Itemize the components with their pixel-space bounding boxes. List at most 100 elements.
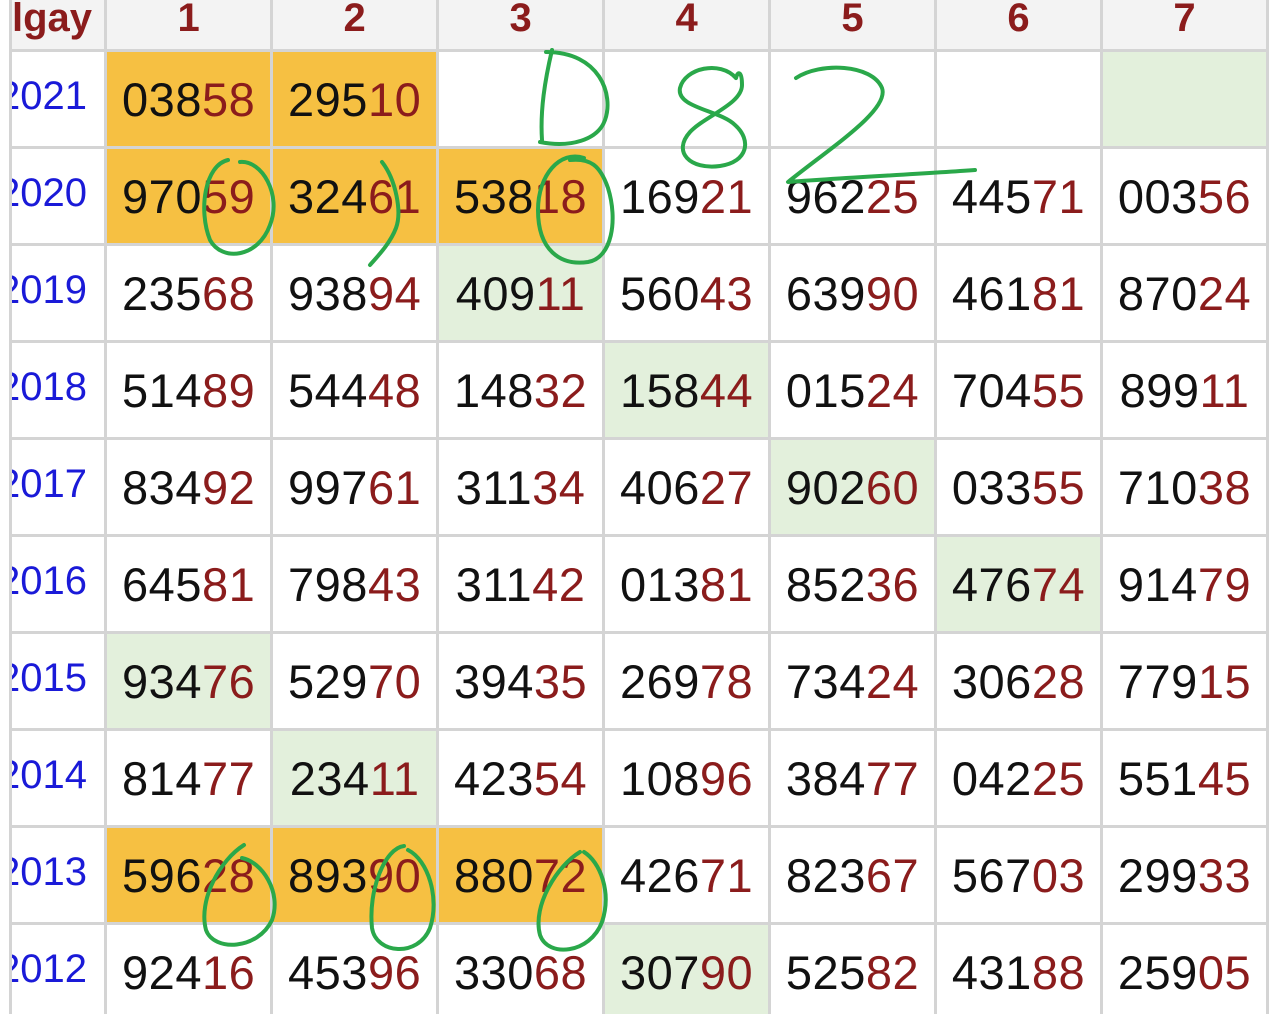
table-row: 2012 92416 45396 33068 30790 52582 43188 25905 bbox=[8, 922, 1269, 1014]
result-number: 31134 bbox=[456, 460, 586, 515]
number-tail-digits: 58 bbox=[201, 72, 256, 126]
result-cell: 89911 bbox=[1099, 340, 1269, 440]
number-head-digits: 042 bbox=[951, 751, 1032, 805]
number-head-digits: 307 bbox=[619, 945, 700, 999]
result-number: 56043 bbox=[620, 266, 753, 321]
number-head-digits: 311 bbox=[455, 460, 533, 514]
number-tail-digits: 05 bbox=[1197, 945, 1252, 999]
table-row: 2017 83492 99761 31134 40627 90260 03355 71038 bbox=[8, 437, 1269, 537]
number-head-digits: 938 bbox=[288, 266, 368, 320]
result-cell: 43188 bbox=[934, 922, 1103, 1014]
number-tail-digits: 15 bbox=[1197, 654, 1252, 708]
number-head-digits: 734 bbox=[785, 654, 866, 708]
result-number: 56703 bbox=[952, 848, 1085, 903]
result-cell: 42671 bbox=[602, 825, 772, 925]
result-cell: 00356 bbox=[1099, 146, 1269, 246]
result-cell: 29510 bbox=[270, 49, 440, 149]
number-head-digits: 235 bbox=[122, 266, 202, 320]
number-tail-digits: 96 bbox=[699, 751, 754, 805]
number-tail-digits: 55 bbox=[1031, 363, 1086, 417]
result-number: 54448 bbox=[288, 363, 421, 418]
results-table: lgay 1 2 3 4 5 6 7 2021 03858 29510 2020 970… bbox=[8, 0, 1269, 1014]
number-tail-digits: 24 bbox=[865, 654, 920, 708]
number-head-digits: 169 bbox=[619, 169, 700, 223]
number-head-digits: 924 bbox=[122, 945, 202, 999]
number-head-digits: 645 bbox=[122, 557, 202, 611]
result-cell: 52582 bbox=[768, 922, 938, 1014]
number-tail-digits: 94 bbox=[367, 266, 422, 320]
result-number: 46181 bbox=[952, 266, 1085, 321]
number-head-digits: 330 bbox=[453, 945, 534, 999]
result-cell: 30790 bbox=[602, 922, 772, 1014]
result-number: 52970 bbox=[288, 654, 421, 709]
result-cell: 77915 bbox=[1099, 631, 1269, 731]
result-number: 23411 bbox=[290, 751, 420, 806]
number-head-digits: 295 bbox=[288, 72, 368, 126]
result-number: 16921 bbox=[620, 169, 753, 224]
number-head-digits: 544 bbox=[288, 363, 368, 417]
result-cell: 45396 bbox=[270, 922, 440, 1014]
result-number: 53818 bbox=[454, 169, 587, 224]
result-cell: 31142 bbox=[436, 534, 606, 634]
result-number: 03355 bbox=[952, 460, 1085, 515]
result-cell bbox=[436, 49, 606, 149]
result-cell: 70455 bbox=[934, 340, 1103, 440]
row-year-label: 2013 bbox=[8, 825, 108, 925]
result-cell: 47674 bbox=[934, 534, 1103, 634]
number-head-digits: 409 bbox=[455, 266, 536, 320]
result-number: 01524 bbox=[786, 363, 919, 418]
result-number: 79843 bbox=[288, 557, 421, 612]
number-tail-digits: 11 bbox=[535, 266, 586, 320]
number-tail-digits: 55 bbox=[1031, 460, 1086, 514]
table-row: 2020 97059 32461 53818 16921 96225 44571 00356 bbox=[8, 146, 1269, 246]
number-head-digits: 453 bbox=[288, 945, 368, 999]
result-cell: 40627 bbox=[602, 437, 772, 537]
result-cell bbox=[602, 49, 772, 149]
result-number: 97059 bbox=[122, 169, 255, 224]
result-cell: 91479 bbox=[1099, 534, 1269, 634]
result-cell: 46181 bbox=[934, 243, 1103, 343]
result-cell: 30628 bbox=[934, 631, 1103, 731]
number-head-digits: 538 bbox=[453, 169, 534, 223]
result-cell: 96225 bbox=[768, 146, 938, 246]
number-head-digits: 426 bbox=[619, 848, 700, 902]
result-cell: 32461 bbox=[270, 146, 440, 246]
result-number: 88072 bbox=[454, 848, 587, 903]
result-cell: 56703 bbox=[934, 825, 1103, 925]
result-cell: 93894 bbox=[270, 243, 440, 343]
number-tail-digits: 28 bbox=[201, 848, 256, 902]
number-head-digits: 997 bbox=[288, 460, 368, 514]
number-tail-digits: 96 bbox=[367, 945, 422, 999]
result-cell: 97059 bbox=[104, 146, 274, 246]
number-tail-digits: 48 bbox=[367, 363, 422, 417]
result-cell: 03858 bbox=[104, 49, 274, 149]
number-tail-digits: 56 bbox=[1197, 169, 1252, 223]
table-row: 2018 51489 54448 14832 15844 01524 70455 89911 bbox=[8, 340, 1269, 440]
number-tail-digits: 74 bbox=[1031, 557, 1086, 611]
result-number: 55145 bbox=[1118, 751, 1251, 806]
result-number: 25905 bbox=[1118, 945, 1251, 1000]
result-number: 30790 bbox=[620, 945, 753, 1000]
result-number: 15844 bbox=[620, 363, 753, 418]
row-year-label: 2014 bbox=[8, 728, 108, 828]
number-tail-digits: 28 bbox=[1031, 654, 1086, 708]
result-cell: 55145 bbox=[1099, 728, 1269, 828]
result-number: 64581 bbox=[122, 557, 255, 612]
result-number: 91479 bbox=[1118, 557, 1251, 612]
number-tail-digits: 77 bbox=[865, 751, 920, 805]
row-year-label: 2021 bbox=[8, 49, 108, 149]
result-cell: 03355 bbox=[934, 437, 1103, 537]
number-tail-digits: 25 bbox=[865, 169, 920, 223]
row-year-label: 2019 bbox=[8, 243, 108, 343]
number-head-digits: 525 bbox=[785, 945, 866, 999]
result-cell: 31134 bbox=[436, 437, 606, 537]
row-year-label: 2017 bbox=[8, 437, 108, 537]
number-head-digits: 158 bbox=[619, 363, 700, 417]
number-head-digits: 148 bbox=[453, 363, 534, 417]
number-head-digits: 814 bbox=[122, 751, 202, 805]
result-number: 89390 bbox=[288, 848, 421, 903]
result-cell bbox=[1099, 49, 1269, 149]
table-row: 201481477234114235410896384770422555145 bbox=[8, 728, 1269, 828]
number-tail-digits: 70 bbox=[367, 654, 422, 708]
number-tail-digits: 32 bbox=[533, 363, 588, 417]
